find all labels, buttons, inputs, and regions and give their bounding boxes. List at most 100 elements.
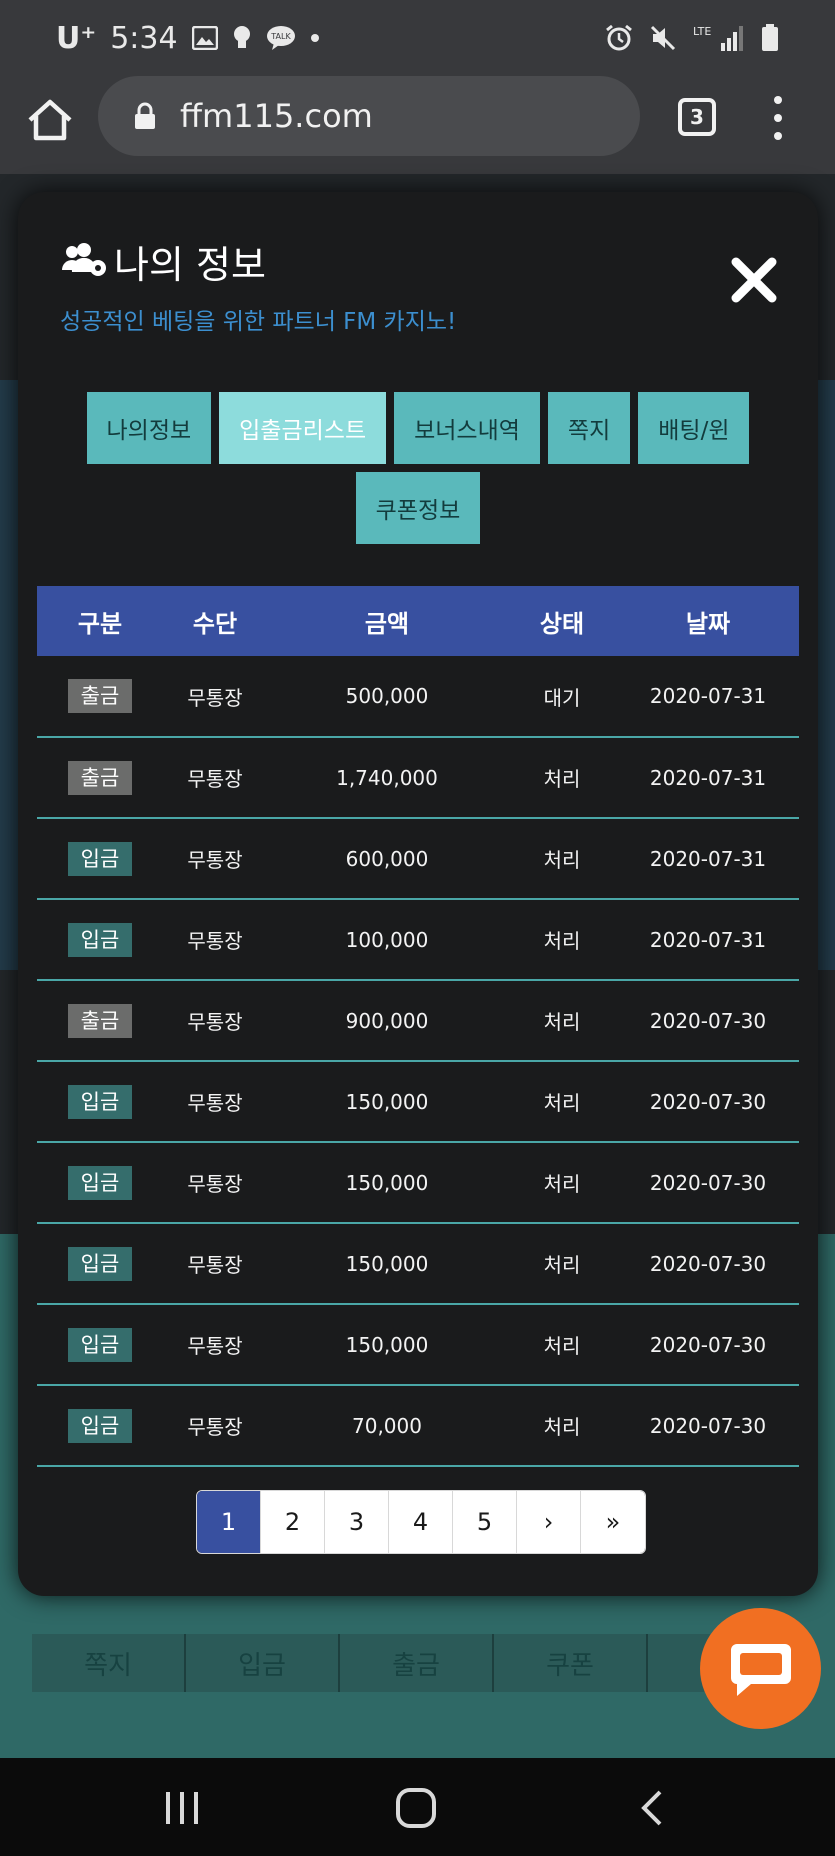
column-header-status: 상태 xyxy=(507,586,617,656)
amount-cell: 150,000 xyxy=(267,1304,507,1386)
bg-tab: 쪽지 xyxy=(32,1634,186,1692)
status-cell: 처리 xyxy=(507,1142,617,1224)
type-cell: 출금 xyxy=(37,980,163,1062)
status-cell: 처리 xyxy=(507,1304,617,1386)
pagination: 1 2 3 4 5 › » xyxy=(196,1490,646,1554)
table-row: 입금 무통장 150,000 처리 2020-07-30 xyxy=(37,1142,799,1224)
type-badge: 출금 xyxy=(68,760,132,795)
page-button[interactable]: 4 xyxy=(389,1491,453,1553)
type-badge: 입금 xyxy=(68,1327,132,1362)
users-gear-icon xyxy=(60,242,108,280)
type-cell: 출금 xyxy=(37,656,163,738)
bg-tab: 출금 xyxy=(340,1634,494,1692)
background-tab-bar: 쪽지 입금 출금 쿠폰 보 xyxy=(32,1634,802,1692)
type-cell: 입금 xyxy=(37,1304,163,1386)
tab-my-info[interactable]: 나의정보 xyxy=(86,392,212,464)
date-cell: 2020-07-30 xyxy=(617,980,799,1062)
chat-bubble-icon xyxy=(729,1640,793,1698)
type-cell: 출금 xyxy=(37,737,163,819)
bg-tab: 쿠폰 xyxy=(494,1634,648,1692)
table-row: 입금 무통장 70,000 처리 2020-07-30 xyxy=(37,1385,799,1467)
date-cell: 2020-07-30 xyxy=(617,1061,799,1143)
status-cell: 처리 xyxy=(507,737,617,819)
more-vert-icon[interactable] xyxy=(770,96,786,140)
table-row: 입금 무통장 100,000 처리 2020-07-31 xyxy=(37,899,799,981)
next-page-button[interactable]: › xyxy=(517,1491,581,1553)
date-cell: 2020-07-30 xyxy=(617,1385,799,1467)
type-badge: 입금 xyxy=(68,1084,132,1119)
method-cell: 무통장 xyxy=(163,737,267,819)
modal-subtitle: 성공적인 베팅을 위한 파트너 FM 카지노! xyxy=(60,309,457,335)
page-button[interactable]: 3 xyxy=(325,1491,389,1553)
status-cell: 처리 xyxy=(507,980,617,1062)
status-cell: 처리 xyxy=(507,818,617,900)
type-cell: 입금 xyxy=(37,899,163,981)
method-cell: 무통장 xyxy=(163,1385,267,1467)
amount-cell: 100,000 xyxy=(267,899,507,981)
tab-bonus-history[interactable]: 보너스내역 xyxy=(394,392,540,464)
method-cell: 무통장 xyxy=(163,1304,267,1386)
talk-icon: TALK xyxy=(266,25,296,51)
tab-deposit-withdraw-list[interactable]: 입출금리스트 xyxy=(219,392,387,464)
type-badge: 입금 xyxy=(68,1165,132,1200)
tab-coupon-info[interactable]: 쿠폰정보 xyxy=(355,472,481,544)
column-header-method: 수단 xyxy=(163,586,267,656)
tab-messages[interactable]: 쪽지 xyxy=(547,392,631,464)
live-chat-button[interactable] xyxy=(700,1608,821,1729)
type-cell: 입금 xyxy=(37,1223,163,1305)
last-page-button[interactable]: » xyxy=(581,1491,645,1553)
status-bar: U⁺ 5:34 TALK LTE xyxy=(0,0,835,76)
svg-text:TALK: TALK xyxy=(270,32,291,41)
recents-icon[interactable] xyxy=(160,1788,204,1828)
amount-cell: 150,000 xyxy=(267,1061,507,1143)
amount-cell: 900,000 xyxy=(267,980,507,1062)
table-row: 출금 무통장 900,000 처리 2020-07-30 xyxy=(37,980,799,1062)
date-cell: 2020-07-30 xyxy=(617,1304,799,1386)
close-icon[interactable] xyxy=(730,256,778,304)
table-row: 출금 무통장 1,740,000 처리 2020-07-31 xyxy=(37,737,799,819)
image-icon xyxy=(191,26,218,50)
amount-cell: 150,000 xyxy=(267,1223,507,1305)
back-icon[interactable] xyxy=(632,1788,676,1828)
type-badge: 출금 xyxy=(68,1003,132,1038)
type-cell: 입금 xyxy=(37,1142,163,1224)
mute-icon xyxy=(649,24,677,52)
table-row: 입금 무통장 150,000 처리 2020-07-30 xyxy=(37,1304,799,1386)
tabs-icon[interactable]: 3 xyxy=(678,98,716,136)
lock-icon xyxy=(134,102,156,130)
modal-tab-row: 나의정보 입출금리스트 보너스내역 쪽지 배팅/윈 쿠폰정보 xyxy=(18,392,818,544)
page-button[interactable]: 5 xyxy=(453,1491,517,1553)
transaction-rows: 출금 무통장 500,000 대기 2020-07-31 출금 무통장 1,740,000 처리… xyxy=(37,656,799,1467)
browser-toolbar: ffm115.com 3 xyxy=(0,76,835,174)
method-cell: 무통장 xyxy=(163,656,267,738)
table-row: 입금 무통장 150,000 처리 2020-07-30 xyxy=(37,1061,799,1143)
method-cell: 무통장 xyxy=(163,899,267,981)
dot-icon xyxy=(310,33,320,43)
column-header-type: 구분 xyxy=(37,586,163,656)
status-cell: 처리 xyxy=(507,1223,617,1305)
column-header-date: 날짜 xyxy=(617,586,799,656)
type-cell: 입금 xyxy=(37,1385,163,1467)
table-row: 입금 무통장 600,000 처리 2020-07-31 xyxy=(37,818,799,900)
signal-icon: LTE xyxy=(693,23,745,53)
date-cell: 2020-07-30 xyxy=(617,1142,799,1224)
network-label: LTE xyxy=(693,25,711,38)
type-badge: 입금 xyxy=(68,1246,132,1281)
method-cell: 무통장 xyxy=(163,1142,267,1224)
address-bar[interactable]: ffm115.com xyxy=(98,76,640,156)
amount-cell: 600,000 xyxy=(267,818,507,900)
column-header-amount: 금액 xyxy=(267,586,507,656)
page-button[interactable]: 1 xyxy=(197,1491,261,1553)
method-cell: 무통장 xyxy=(163,818,267,900)
page-button[interactable]: 2 xyxy=(261,1491,325,1553)
modal-title: 나의 정보 xyxy=(114,243,266,287)
date-cell: 2020-07-31 xyxy=(617,899,799,981)
type-badge: 입금 xyxy=(68,1408,132,1443)
amount-cell: 150,000 xyxy=(267,1142,507,1224)
tab-betting-win[interactable]: 배팅/윈 xyxy=(638,392,750,464)
system-nav-bar xyxy=(0,1758,835,1856)
home-nav-icon[interactable] xyxy=(394,1788,438,1828)
type-cell: 입금 xyxy=(37,818,163,900)
method-cell: 무통장 xyxy=(163,1223,267,1305)
home-icon[interactable] xyxy=(24,94,76,146)
